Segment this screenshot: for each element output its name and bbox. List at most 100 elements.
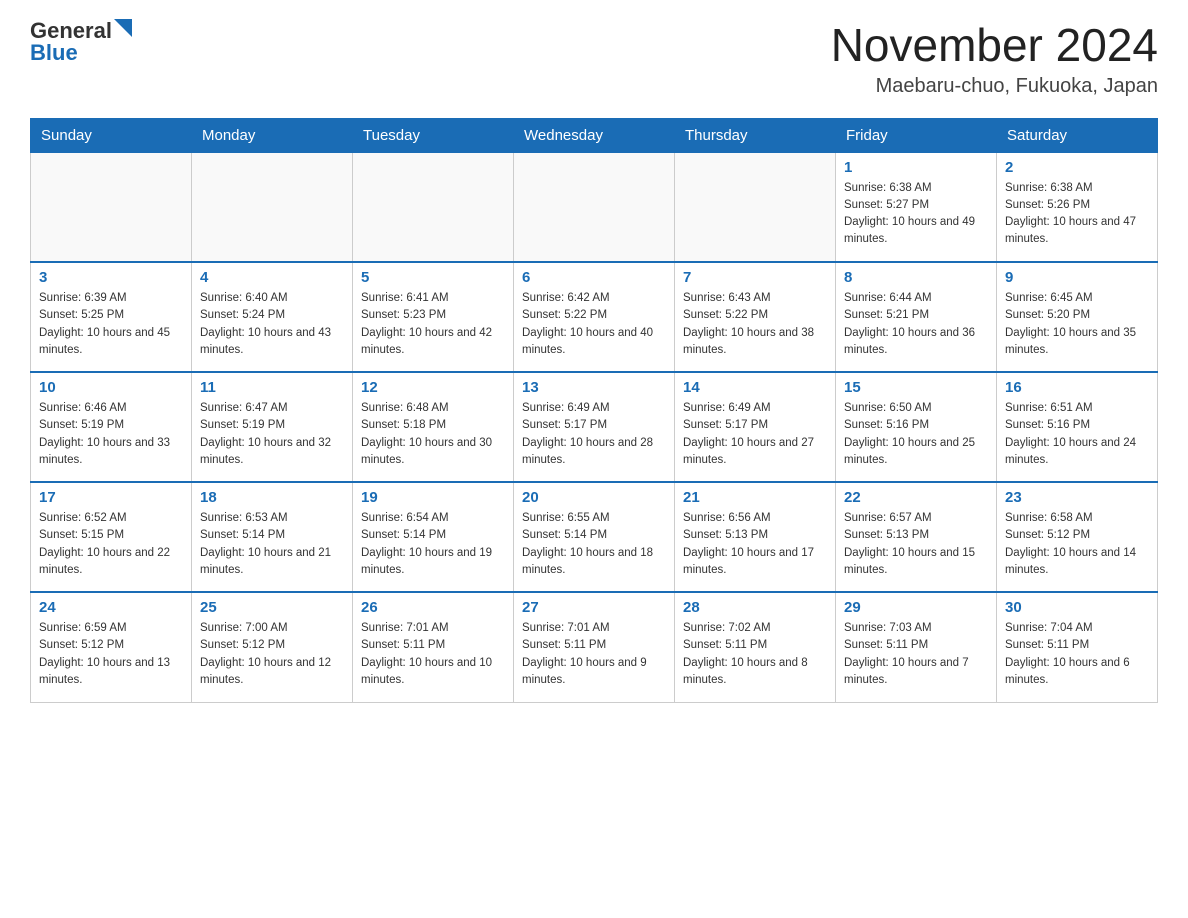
title-block: November 2024 Maebaru-chuo, Fukuoka, Jap… — [831, 20, 1158, 98]
day-info: Sunrise: 6:51 AMSunset: 5:16 PMDaylight:… — [1005, 400, 1149, 469]
day-info: Sunrise: 6:39 AMSunset: 5:25 PMDaylight:… — [39, 290, 183, 359]
day-info: Sunrise: 6:42 AMSunset: 5:22 PMDaylight:… — [522, 290, 666, 359]
day-info: Sunrise: 6:48 AMSunset: 5:18 PMDaylight:… — [361, 400, 505, 469]
calendar-day-cell: 3 Sunrise: 6:39 AMSunset: 5:25 PMDaylight… — [31, 262, 192, 372]
day-number: 15 — [844, 379, 988, 396]
day-number: 8 — [844, 269, 988, 286]
calendar-week-row: 10 Sunrise: 6:46 AMSunset: 5:19 PMDayligh… — [31, 372, 1158, 482]
day-info: Sunrise: 6:41 AMSunset: 5:23 PMDaylight:… — [361, 290, 505, 359]
day-info: Sunrise: 7:03 AMSunset: 5:11 PMDaylight:… — [844, 620, 988, 689]
day-info: Sunrise: 6:54 AMSunset: 5:14 PMDaylight:… — [361, 510, 505, 579]
logo-general-text: General — [30, 20, 112, 42]
day-number: 4 — [200, 269, 344, 286]
day-info: Sunrise: 6:58 AMSunset: 5:12 PMDaylight:… — [1005, 510, 1149, 579]
logo: General Blue — [30, 20, 132, 64]
day-number: 1 — [844, 159, 988, 176]
logo-blue-text: Blue — [30, 42, 78, 64]
calendar-day-cell: 13 Sunrise: 6:49 AMSunset: 5:17 PMDayligh… — [514, 372, 675, 482]
day-info: Sunrise: 6:43 AMSunset: 5:22 PMDaylight:… — [683, 290, 827, 359]
day-info: Sunrise: 6:47 AMSunset: 5:19 PMDaylight:… — [200, 400, 344, 469]
calendar-day-cell: 10 Sunrise: 6:46 AMSunset: 5:19 PMDayligh… — [31, 372, 192, 482]
day-number: 3 — [39, 269, 183, 286]
calendar-day-cell: 5 Sunrise: 6:41 AMSunset: 5:23 PMDaylight… — [353, 262, 514, 372]
day-number: 17 — [39, 489, 183, 506]
calendar-day-cell: 18Sunrise: 6:53 AMSunset: 5:14 PMDayligh… — [192, 482, 353, 592]
calendar-day-cell: 9 Sunrise: 6:45 AMSunset: 5:20 PMDaylight… — [997, 262, 1158, 372]
calendar-day-cell: 21 Sunrise: 6:56 AMSunset: 5:13 PMDayligh… — [675, 482, 836, 592]
day-number: 23 — [1005, 489, 1149, 506]
weekday-header-friday: Friday — [836, 118, 997, 152]
month-title: November 2024 — [831, 20, 1158, 71]
calendar-day-cell: 16 Sunrise: 6:51 AMSunset: 5:16 PMDayligh… — [997, 372, 1158, 482]
calendar-week-row: 3 Sunrise: 6:39 AMSunset: 5:25 PMDaylight… — [31, 262, 1158, 372]
calendar-day-cell: 20 Sunrise: 6:55 AMSunset: 5:14 PMDayligh… — [514, 482, 675, 592]
day-number: 22 — [844, 489, 988, 506]
day-info: Sunrise: 7:01 AMSunset: 5:11 PMDaylight:… — [361, 620, 505, 689]
weekday-header-tuesday: Tuesday — [353, 118, 514, 152]
weekday-header-saturday: Saturday — [997, 118, 1158, 152]
day-info: Sunrise: 6:45 AMSunset: 5:20 PMDaylight:… — [1005, 290, 1149, 359]
calendar-day-cell: 6 Sunrise: 6:42 AMSunset: 5:22 PMDaylight… — [514, 262, 675, 372]
day-info: Sunrise: 6:40 AMSunset: 5:24 PMDaylight:… — [200, 290, 344, 359]
day-info: Sunrise: 6:44 AMSunset: 5:21 PMDaylight:… — [844, 290, 988, 359]
day-number: 21 — [683, 489, 827, 506]
calendar-day-cell — [353, 152, 514, 262]
day-info: Sunrise: 6:56 AMSunset: 5:13 PMDaylight:… — [683, 510, 827, 579]
day-number: 6 — [522, 269, 666, 286]
day-info: Sunrise: 7:01 AMSunset: 5:11 PMDaylight:… — [522, 620, 666, 689]
day-info: Sunrise: 6:38 AMSunset: 5:27 PMDaylight:… — [844, 180, 988, 249]
day-number: 10 — [39, 379, 183, 396]
day-info: Sunrise: 6:57 AMSunset: 5:13 PMDaylight:… — [844, 510, 988, 579]
calendar-week-row: 24Sunrise: 6:59 AMSunset: 5:12 PMDayligh… — [31, 592, 1158, 702]
calendar-day-cell: 1 Sunrise: 6:38 AMSunset: 5:27 PMDaylight… — [836, 152, 997, 262]
day-info: Sunrise: 6:49 AMSunset: 5:17 PMDaylight:… — [522, 400, 666, 469]
day-number: 5 — [361, 269, 505, 286]
calendar-day-cell: 29 Sunrise: 7:03 AMSunset: 5:11 PMDayligh… — [836, 592, 997, 702]
calendar-day-cell: 22 Sunrise: 6:57 AMSunset: 5:13 PMDayligh… — [836, 482, 997, 592]
day-number: 11 — [200, 379, 344, 396]
calendar-day-cell: 24Sunrise: 6:59 AMSunset: 5:12 PMDayligh… — [31, 592, 192, 702]
calendar-day-cell — [514, 152, 675, 262]
day-info: Sunrise: 6:46 AMSunset: 5:19 PMDaylight:… — [39, 400, 183, 469]
day-info: Sunrise: 6:55 AMSunset: 5:14 PMDaylight:… — [522, 510, 666, 579]
day-number: 9 — [1005, 269, 1149, 286]
calendar-day-cell: 25 Sunrise: 7:00 AMSunset: 5:12 PMDayligh… — [192, 592, 353, 702]
day-number: 27 — [522, 599, 666, 616]
calendar-day-cell: 30Sunrise: 7:04 AMSunset: 5:11 PMDayligh… — [997, 592, 1158, 702]
day-number: 13 — [522, 379, 666, 396]
day-number: 20 — [522, 489, 666, 506]
calendar-day-cell: 26 Sunrise: 7:01 AMSunset: 5:11 PMDayligh… — [353, 592, 514, 702]
weekday-header-thursday: Thursday — [675, 118, 836, 152]
day-info: Sunrise: 7:04 AMSunset: 5:11 PMDaylight:… — [1005, 620, 1149, 689]
day-number: 14 — [683, 379, 827, 396]
calendar-day-cell — [192, 152, 353, 262]
calendar-day-cell — [675, 152, 836, 262]
calendar-day-cell: 7Sunrise: 6:43 AMSunset: 5:22 PMDaylight… — [675, 262, 836, 372]
day-number: 26 — [361, 599, 505, 616]
calendar-day-cell: 4 Sunrise: 6:40 AMSunset: 5:24 PMDaylight… — [192, 262, 353, 372]
logo-triangle-icon — [114, 19, 132, 37]
calendar-day-cell — [31, 152, 192, 262]
day-info: Sunrise: 6:53 AMSunset: 5:14 PMDaylight:… — [200, 510, 344, 579]
day-info: Sunrise: 7:00 AMSunset: 5:12 PMDaylight:… — [200, 620, 344, 689]
day-number: 29 — [844, 599, 988, 616]
weekday-header-sunday: Sunday — [31, 118, 192, 152]
weekday-header-row: SundayMondayTuesdayWednesdayThursdayFrid… — [31, 118, 1158, 152]
calendar-day-cell: 28Sunrise: 7:02 AMSunset: 5:11 PMDayligh… — [675, 592, 836, 702]
calendar-week-row: 17 Sunrise: 6:52 AMSunset: 5:15 PMDayligh… — [31, 482, 1158, 592]
day-info: Sunrise: 7:02 AMSunset: 5:11 PMDaylight:… — [683, 620, 827, 689]
day-number: 25 — [200, 599, 344, 616]
day-info: Sunrise: 6:38 AMSunset: 5:26 PMDaylight:… — [1005, 180, 1149, 249]
calendar-day-cell: 23 Sunrise: 6:58 AMSunset: 5:12 PMDayligh… — [997, 482, 1158, 592]
day-number: 2 — [1005, 159, 1149, 176]
calendar-week-row: 1 Sunrise: 6:38 AMSunset: 5:27 PMDaylight… — [31, 152, 1158, 262]
calendar-day-cell: 2 Sunrise: 6:38 AMSunset: 5:26 PMDaylight… — [997, 152, 1158, 262]
day-info: Sunrise: 6:52 AMSunset: 5:15 PMDaylight:… — [39, 510, 183, 579]
weekday-header-monday: Monday — [192, 118, 353, 152]
calendar-day-cell: 8 Sunrise: 6:44 AMSunset: 5:21 PMDaylight… — [836, 262, 997, 372]
weekday-header-wednesday: Wednesday — [514, 118, 675, 152]
calendar-table: SundayMondayTuesdayWednesdayThursdayFrid… — [30, 118, 1158, 703]
day-number: 16 — [1005, 379, 1149, 396]
day-info: Sunrise: 6:49 AMSunset: 5:17 PMDaylight:… — [683, 400, 827, 469]
calendar-day-cell: 19Sunrise: 6:54 AMSunset: 5:14 PMDayligh… — [353, 482, 514, 592]
